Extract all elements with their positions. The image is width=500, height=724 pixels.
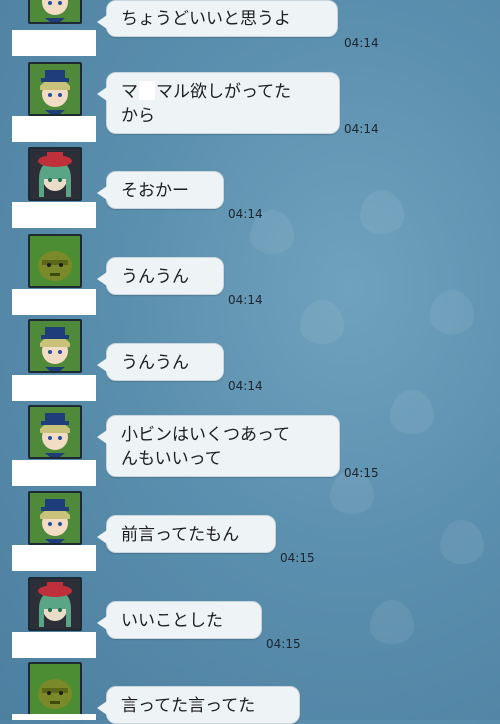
message-bubble[interactable]: ちょうどいいと思うよ — [97, 0, 338, 37]
message-text: いいことした — [121, 611, 223, 631]
message-bubble[interactable]: 前言ってたもん — [97, 515, 276, 553]
message-text: 小ビンはいくつあって んもいいって — [121, 425, 291, 469]
name-plate — [12, 289, 96, 315]
avatar[interactable] — [28, 234, 82, 288]
name-plate — [12, 375, 96, 401]
avatar[interactable] — [28, 405, 82, 459]
message-time: 04:14 — [228, 207, 263, 221]
avatar-boy-icon — [30, 64, 80, 114]
redaction-box — [139, 81, 155, 100]
name-plate — [12, 460, 96, 486]
message-bubble[interactable]: そおかー — [97, 171, 224, 209]
message-bubble[interactable]: ママル欲しがってた から — [97, 72, 340, 134]
message-text: そおかー — [121, 181, 189, 201]
message-time: 04:15 — [266, 637, 301, 651]
name-plate — [12, 202, 96, 228]
avatar-boy-icon — [30, 0, 80, 22]
message-time: 04:14 — [228, 293, 263, 307]
message-bubble[interactable]: 小ビンはいくつあって んもいいって — [97, 415, 340, 477]
name-plate — [12, 545, 96, 571]
message-time: 04:14 — [228, 379, 263, 393]
message-time: 04:15 — [280, 551, 315, 565]
avatar[interactable] — [28, 147, 82, 201]
avatar[interactable] — [28, 577, 82, 631]
message-text: うんうん — [121, 267, 189, 287]
message-text: うんうん — [121, 353, 189, 373]
avatar-boy-icon — [30, 493, 80, 543]
chat-log[interactable]: ちょうどいいと思うよ 04:14 ママル欲しがってた から 04:14 そおかー… — [0, 0, 500, 724]
name-plate — [12, 116, 96, 142]
message-bubble[interactable]: 言ってた言ってた — [97, 686, 300, 724]
avatar-boy-icon — [30, 321, 80, 371]
avatar-ogre-icon — [30, 236, 80, 286]
message-bubble[interactable]: うんうん — [97, 343, 224, 381]
message-text: 言ってた言ってた — [121, 696, 256, 716]
name-plate — [12, 30, 96, 56]
message-text: 前言ってたもん — [121, 525, 240, 545]
avatar[interactable] — [28, 491, 82, 545]
name-plate — [12, 714, 96, 720]
message-time: 04:15 — [344, 466, 379, 480]
message-text: マ — [121, 82, 138, 102]
message-time: 04:14 — [344, 36, 379, 50]
name-plate — [12, 632, 96, 658]
message-text: ちょうどいいと思うよ — [121, 9, 291, 29]
message-time: 04:14 — [344, 122, 379, 136]
message-bubble[interactable]: うんうん — [97, 257, 224, 295]
avatar-girl-icon — [30, 149, 80, 199]
message-bubble[interactable]: いいことした — [97, 601, 262, 639]
avatar-boy-icon — [30, 407, 80, 457]
avatar-ogre-icon — [30, 664, 80, 714]
avatar[interactable] — [28, 319, 82, 373]
avatar-girl-icon — [30, 579, 80, 629]
avatar[interactable] — [28, 0, 82, 24]
avatar[interactable] — [28, 662, 82, 716]
avatar[interactable] — [28, 62, 82, 116]
